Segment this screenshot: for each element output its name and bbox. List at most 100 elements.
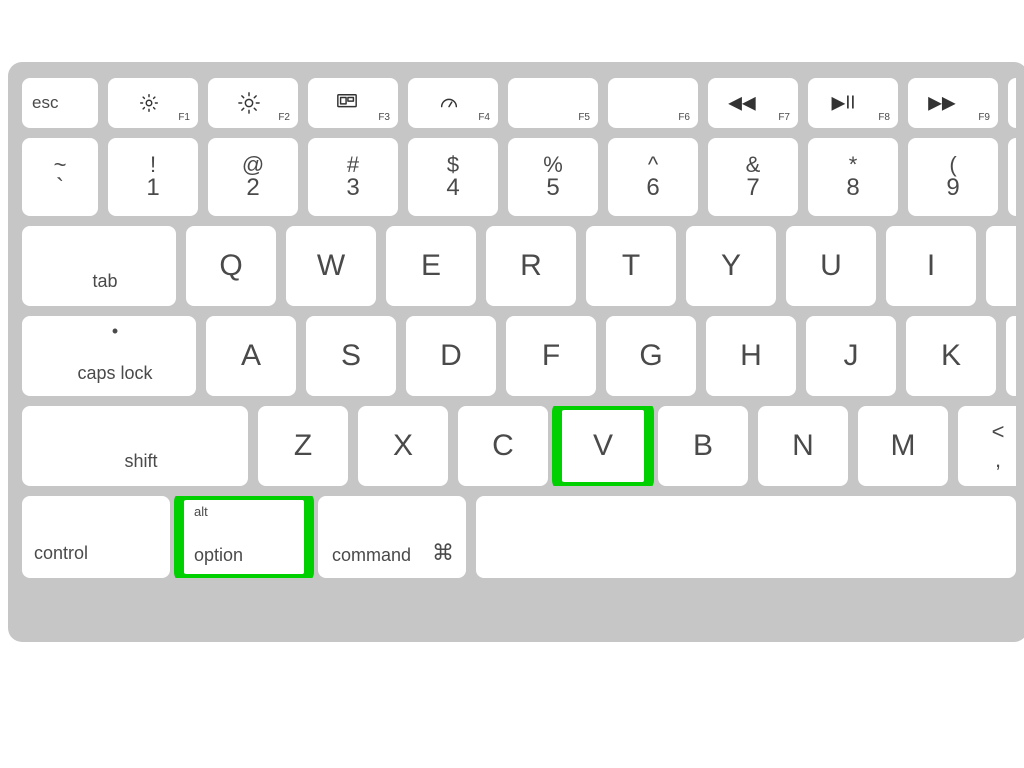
key-command[interactable]: command ⌘ <box>318 496 466 578</box>
key-upper: & <box>746 154 761 176</box>
mission-control-icon <box>336 92 358 114</box>
key-upper: ~ <box>54 154 67 176</box>
key-lower: 9 <box>946 176 959 200</box>
key-u[interactable]: U <box>786 226 876 306</box>
key-i[interactable]: I <box>886 226 976 306</box>
key-h[interactable]: H <box>706 316 796 396</box>
key-e[interactable]: E <box>386 226 476 306</box>
key-upper: # <box>347 154 359 176</box>
key-4[interactable]: $4 <box>408 138 498 216</box>
key-w[interactable]: W <box>286 226 376 306</box>
key-lower: 1 <box>146 176 159 200</box>
key-label: A <box>241 339 261 373</box>
key-t[interactable]: T <box>586 226 676 306</box>
key-f7[interactable]: ◀◀ F7 <box>708 78 798 128</box>
fn-label: F7 <box>778 112 790 123</box>
key-k[interactable]: K <box>906 316 996 396</box>
key-lower: 7 <box>746 176 759 200</box>
fn-label: F2 <box>278 112 290 123</box>
key-6[interactable]: ^6 <box>608 138 698 216</box>
key-f10-partial[interactable] <box>1008 78 1016 128</box>
key-upper: @ <box>242 154 264 176</box>
key-m[interactable]: M <box>858 406 948 486</box>
key-l[interactable]: L <box>1006 316 1016 396</box>
key-control[interactable]: control <box>22 496 170 578</box>
key-lower: 6 <box>646 176 659 200</box>
key-label: E <box>421 249 441 283</box>
key-label: I <box>927 249 935 283</box>
key-r[interactable]: R <box>486 226 576 306</box>
key-y[interactable]: Y <box>686 226 776 306</box>
key-v-highlighted[interactable]: V <box>558 406 648 486</box>
fn-label: F1 <box>178 112 190 123</box>
key-5[interactable]: %5 <box>508 138 598 216</box>
key-label: M <box>891 429 916 463</box>
key-3[interactable]: #3 <box>308 138 398 216</box>
row-numbers: ~` !1 @2 #3 $4 %5 ^6 &7 *8 (9 <box>22 138 1016 216</box>
key-lower: 2 <box>246 176 259 200</box>
fn-label: F9 <box>978 112 990 123</box>
key-f2[interactable]: F2 <box>208 78 298 128</box>
key-upper: $ <box>447 154 459 176</box>
key-f5[interactable]: F5 <box>508 78 598 128</box>
key-d[interactable]: D <box>406 316 496 396</box>
key-esc[interactable]: esc <box>22 78 98 128</box>
key-z[interactable]: Z <box>258 406 348 486</box>
command-icon: ⌘ <box>432 540 454 566</box>
key-label: esc <box>32 93 58 113</box>
key-label: Y <box>721 249 741 283</box>
dashboard-icon <box>438 92 460 114</box>
key-option-highlighted[interactable]: alt option <box>180 496 308 578</box>
key-8[interactable]: *8 <box>808 138 898 216</box>
key-label: U <box>820 249 842 283</box>
key-n[interactable]: N <box>758 406 848 486</box>
key-f4[interactable]: F4 <box>408 78 498 128</box>
key-b[interactable]: B <box>658 406 748 486</box>
keyboard: esc F1 F2 F3 F4 F5 F6 ◀◀ F7 ▶II <box>8 62 1024 642</box>
key-label: G <box>639 339 662 373</box>
key-f[interactable]: F <box>506 316 596 396</box>
key-f3[interactable]: F3 <box>308 78 398 128</box>
row-zxcv: shift Z X C V B N M <, <box>22 406 1016 486</box>
key-lower: 4 <box>446 176 459 200</box>
key-caps-lock[interactable]: • caps lock <box>22 316 196 396</box>
row-function: esc F1 F2 F3 F4 F5 F6 ◀◀ F7 ▶II <box>22 78 1016 128</box>
key-f1[interactable]: F1 <box>108 78 198 128</box>
key-label: R <box>520 249 542 283</box>
key-1[interactable]: !1 <box>108 138 198 216</box>
key-q[interactable]: Q <box>186 226 276 306</box>
key-f9[interactable]: ▶▶ F9 <box>908 78 998 128</box>
key-label: S <box>341 339 361 373</box>
fn-label: F8 <box>878 112 890 123</box>
key-f6[interactable]: F6 <box>608 78 698 128</box>
key-a[interactable]: A <box>206 316 296 396</box>
key-g[interactable]: G <box>606 316 696 396</box>
key-label: H <box>740 339 762 373</box>
key-9[interactable]: (9 <box>908 138 998 216</box>
key-label: command <box>332 545 411 566</box>
key-lower: 8 <box>846 176 859 200</box>
key-o[interactable]: O <box>986 226 1016 306</box>
key-comma[interactable]: <, <box>958 406 1016 486</box>
brightness-up-icon <box>238 92 260 114</box>
key-x[interactable]: X <box>358 406 448 486</box>
key-7[interactable]: &7 <box>708 138 798 216</box>
key-label: C <box>492 429 514 463</box>
key-2[interactable]: @2 <box>208 138 298 216</box>
key-shift[interactable]: shift <box>22 406 248 486</box>
key-label: V <box>593 429 613 463</box>
key-j[interactable]: J <box>806 316 896 396</box>
key-c[interactable]: C <box>458 406 548 486</box>
fn-label: F5 <box>578 112 590 123</box>
key-backtick[interactable]: ~` <box>22 138 98 216</box>
caps-indicator-icon: • <box>112 326 118 336</box>
key-0-partial[interactable] <box>1008 138 1016 216</box>
forward-icon: ▶▶ <box>928 93 956 114</box>
key-label: Z <box>294 429 312 463</box>
key-s[interactable]: S <box>306 316 396 396</box>
key-tab[interactable]: tab <box>22 226 176 306</box>
key-space[interactable] <box>476 496 1016 578</box>
key-f8[interactable]: ▶II F8 <box>808 78 898 128</box>
fn-label: F6 <box>678 112 690 123</box>
fn-label: F3 <box>378 112 390 123</box>
